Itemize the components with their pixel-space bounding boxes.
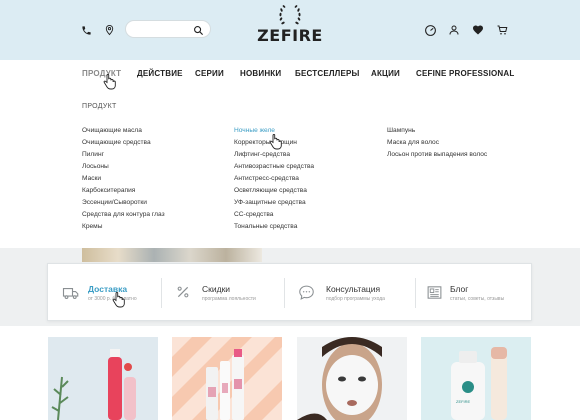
menu-link[interactable]: Маска для волос [387,137,487,149]
percent-icon [175,284,193,302]
product-label: ZEFIRE [456,399,471,404]
mega-menu-column-3: Шампунь Маска для волос Лосьон против вы… [387,125,487,161]
menu-link[interactable]: Антистресс-средства [234,173,314,185]
menu-link[interactable]: УФ-защитные средства [234,197,314,209]
benefit-delivery[interactable]: Доставка от 3000 р. бесплатно [48,264,161,322]
brand-logo[interactable]: ZEFIRE [255,4,325,56]
benefit-subtitle: статьи, советы, отзывы [450,296,505,302]
search-box [125,20,211,39]
menu-link[interactable]: Лифтинг-средства [234,149,314,161]
benefit-title: Доставка [88,284,128,294]
menu-link[interactable]: Корректоры морщин [234,137,314,149]
cart-icon[interactable] [494,22,510,38]
main-nav: ПРОДУКТ ДЕЙСТВИЕ СЕРИИ НОВИНКИ БЕСТСЕЛЛЕ… [0,60,580,88]
nav-item-series[interactable]: СЕРИИ [195,69,224,78]
nav-item-bestsellers[interactable]: БЕСТСЕЛЛЕРЫ [295,69,360,78]
product-card-1[interactable] [48,337,158,420]
benefit-title: Скидки [202,284,231,294]
header: ZEFIRE [0,0,580,60]
menu-link[interactable]: Очищающие масла [82,125,165,137]
nav-item-new[interactable]: НОВИНКИ [240,69,281,78]
benefit-subtitle: от 3000 р. бесплатно [88,296,137,302]
product-card-2[interactable] [172,337,282,420]
menu-link[interactable]: Карбокситерапия [82,185,165,197]
nav-item-product[interactable]: ПРОДУКТ [82,69,121,78]
location-pin-icon[interactable] [101,22,117,38]
nav-item-sales[interactable]: АКЦИИ [371,69,400,78]
chat-bubble-icon [298,284,316,302]
benefit-subtitle: подбор программы ухода [326,296,385,302]
laurel-wreath-icon [279,5,301,25]
benefits-bar: Доставка от 3000 р. бесплатно Скидки про… [47,263,532,321]
menu-link[interactable]: Кремы [82,221,165,233]
menu-link[interactable]: Лосьон против выпадения волос [387,149,487,161]
product-image [421,337,531,420]
benefit-title: Блог [450,284,469,294]
benefit-title: Консультация [326,284,381,294]
menu-link[interactable]: Лосьоны [82,161,165,173]
heart-icon[interactable] [470,22,486,38]
nav-item-action[interactable]: ДЕЙСТВИЕ [137,69,183,78]
product-image [48,337,158,420]
user-icon[interactable] [446,22,462,38]
menu-link[interactable]: Тональные средства [234,221,314,233]
menu-link[interactable]: Антивозрастные средства [234,161,314,173]
menu-link[interactable]: Осветляющие средства [234,185,314,197]
benefit-consultation[interactable]: Консультация подбор программы ухода [285,264,415,322]
newspaper-icon [426,284,444,302]
menu-link[interactable]: Эссенции/Сыворотки [82,197,165,209]
benefit-subtitle: программа лояльности [202,296,256,302]
product-mega-menu: ПРОДУКТ Очищающие масла Очищающие средст… [0,88,580,248]
mega-menu-column-1: Очищающие масла Очищающие средства Пилин… [82,125,165,233]
menu-link[interactable]: Шампунь [387,125,487,137]
speed-dial-icon[interactable] [422,22,438,38]
truck-icon [62,284,80,302]
search-icon[interactable] [193,23,205,36]
phone-icon[interactable] [78,22,94,38]
menu-link-hovered[interactable]: Ночные желе [234,125,314,137]
menu-link[interactable]: Очищающие средства [82,137,165,149]
menu-link[interactable]: Маски [82,173,165,185]
search-input[interactable] [126,23,192,39]
mega-menu-title: ПРОДУКТ [82,103,117,110]
menu-link[interactable]: Средства для контура глаз [82,209,165,221]
nav-item-cefine-professional[interactable]: CEFINE PROFESSIONAL [416,69,514,78]
benefit-discounts[interactable]: Скидки программа лояльности [162,264,284,322]
brand-name: ZEFIRE [257,26,323,45]
product-card-3[interactable] [297,337,407,420]
product-card-4[interactable]: ZEFIRE [421,337,531,420]
menu-link[interactable]: Пилинг [82,149,165,161]
hero-banner-image[interactable] [82,248,262,262]
product-image [172,337,282,420]
mega-menu-column-2: Ночные желе Корректоры морщин Лифтинг-ср… [234,125,314,233]
product-image [297,337,407,420]
menu-link[interactable]: CC-средства [234,209,314,221]
benefit-blog[interactable]: Блог статьи, советы, отзывы [416,264,533,322]
